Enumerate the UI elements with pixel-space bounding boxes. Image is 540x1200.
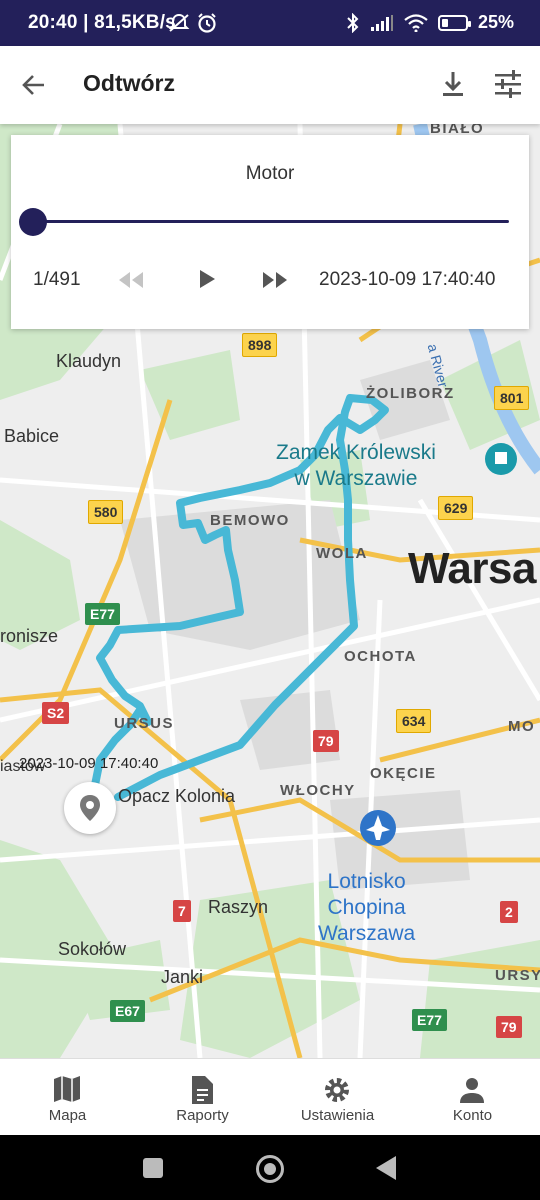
road-shield: 634 bbox=[396, 709, 432, 733]
playback-slider-track[interactable] bbox=[33, 220, 509, 223]
account-icon bbox=[460, 1078, 484, 1103]
nav-item-konto[interactable]: Konto bbox=[405, 1059, 540, 1136]
map-label-sokolow: Sokołów bbox=[58, 939, 127, 959]
tune-icon[interactable] bbox=[492, 69, 524, 99]
map-label-okecie: OKĘCIE bbox=[370, 765, 437, 782]
playback-slider-thumb[interactable] bbox=[19, 208, 47, 236]
road-shield: S2 bbox=[42, 702, 70, 724]
marker-timestamp-label: 2023-10-09 17:40:40 bbox=[19, 755, 159, 772]
nav-label: Mapa bbox=[48, 1107, 87, 1124]
back-arrow-icon[interactable] bbox=[18, 69, 50, 101]
road-shield: 629 bbox=[438, 496, 474, 520]
status-right: 25% bbox=[346, 12, 514, 33]
map-label-wola: WOLA bbox=[316, 545, 368, 562]
nav-label: Ustawienia bbox=[300, 1107, 375, 1124]
nav-label: Raporty bbox=[176, 1107, 229, 1124]
battery-icon bbox=[437, 14, 471, 31]
position-counter: 1/491 bbox=[33, 269, 81, 290]
playback-panel: Motor 1/491 2023-10-09 17:40:40 bbox=[11, 135, 529, 329]
page-title: Odtwórz bbox=[83, 70, 175, 96]
road-shield: 898 bbox=[242, 333, 278, 357]
back-button[interactable] bbox=[376, 1156, 396, 1180]
road-shield: E67 bbox=[110, 1000, 145, 1022]
settings-icon bbox=[325, 1078, 349, 1102]
signal-icon bbox=[370, 14, 393, 31]
home-button[interactable] bbox=[256, 1155, 284, 1183]
download-icon[interactable] bbox=[438, 69, 468, 99]
map-label-mo: MO bbox=[508, 718, 536, 735]
battery-fill bbox=[441, 18, 448, 27]
road-shield: 79 bbox=[313, 730, 339, 752]
battery-percent: 25% bbox=[477, 12, 514, 32]
status-time-speed: 20:40 | 81,5KB/s bbox=[28, 12, 176, 33]
map-label-ochota: OCHOTA bbox=[344, 648, 417, 665]
play-icon[interactable] bbox=[196, 267, 218, 291]
map-label-raszyn: Raszyn bbox=[208, 897, 269, 917]
map-label-klaudyn: Klaudyn bbox=[56, 351, 122, 371]
map-label-zamek: Zamek Królewski w Warszawie bbox=[276, 441, 436, 490]
road-shield: E77 bbox=[85, 603, 120, 625]
map-label-bemowo: BEMOWO bbox=[210, 512, 290, 529]
rewind-icon[interactable] bbox=[117, 269, 145, 291]
wifi-icon bbox=[404, 13, 428, 32]
nav-item-ustawienia[interactable]: Ustawienia bbox=[270, 1059, 405, 1136]
report-icon bbox=[192, 1076, 213, 1104]
map-label-wlochy: WŁOCHY bbox=[280, 782, 356, 799]
fast-forward-icon[interactable] bbox=[261, 269, 289, 291]
system-navigation-bar bbox=[0, 1135, 540, 1200]
bluetooth-icon bbox=[347, 12, 359, 33]
nav-label: Konto bbox=[452, 1107, 493, 1124]
road-shield: 801 bbox=[494, 386, 530, 410]
recents-button[interactable] bbox=[143, 1158, 163, 1178]
map-icon bbox=[54, 1076, 80, 1102]
playback-timestamp: 2023-10-09 17:40:40 bbox=[319, 269, 496, 290]
vehicle-name: Motor bbox=[245, 163, 295, 184]
road-shield: 2 bbox=[500, 901, 518, 923]
road-shield: E77 bbox=[412, 1009, 447, 1031]
road-shield: 79 bbox=[496, 1016, 522, 1038]
map-label-opacz: Opacz Kolonia bbox=[118, 786, 236, 806]
nav-item-mapa[interactable]: Mapa bbox=[0, 1059, 135, 1136]
road-shield: 7 bbox=[173, 900, 191, 922]
map-label-ursus: URSUS bbox=[114, 715, 175, 732]
alarm-clock-icon bbox=[198, 13, 216, 33]
map-label-ursy: URSY bbox=[495, 967, 540, 984]
nav-item-raporty[interactable]: Raporty bbox=[135, 1059, 270, 1136]
map-label-ronisze: ronisze bbox=[0, 626, 59, 646]
road-shield: 580 bbox=[88, 500, 124, 524]
status-bar: 20:40 | 81,5KB/s 25% bbox=[0, 0, 540, 46]
location-pin-icon bbox=[80, 795, 100, 821]
mute-alarm-icon bbox=[168, 13, 190, 32]
map-label-babice: Babice bbox=[4, 426, 60, 446]
bottom-navigation: Mapa Raporty Ustawienia Konto bbox=[0, 1058, 540, 1136]
app-bar: Odtwórz bbox=[0, 46, 540, 124]
map-label-warsa: Warsa bbox=[408, 544, 536, 593]
map-label-janki: Janki bbox=[161, 967, 204, 987]
map-label-lotnisko: Lotnisko Chopina Warszawa bbox=[318, 870, 416, 945]
location-marker[interactable] bbox=[64, 782, 116, 834]
